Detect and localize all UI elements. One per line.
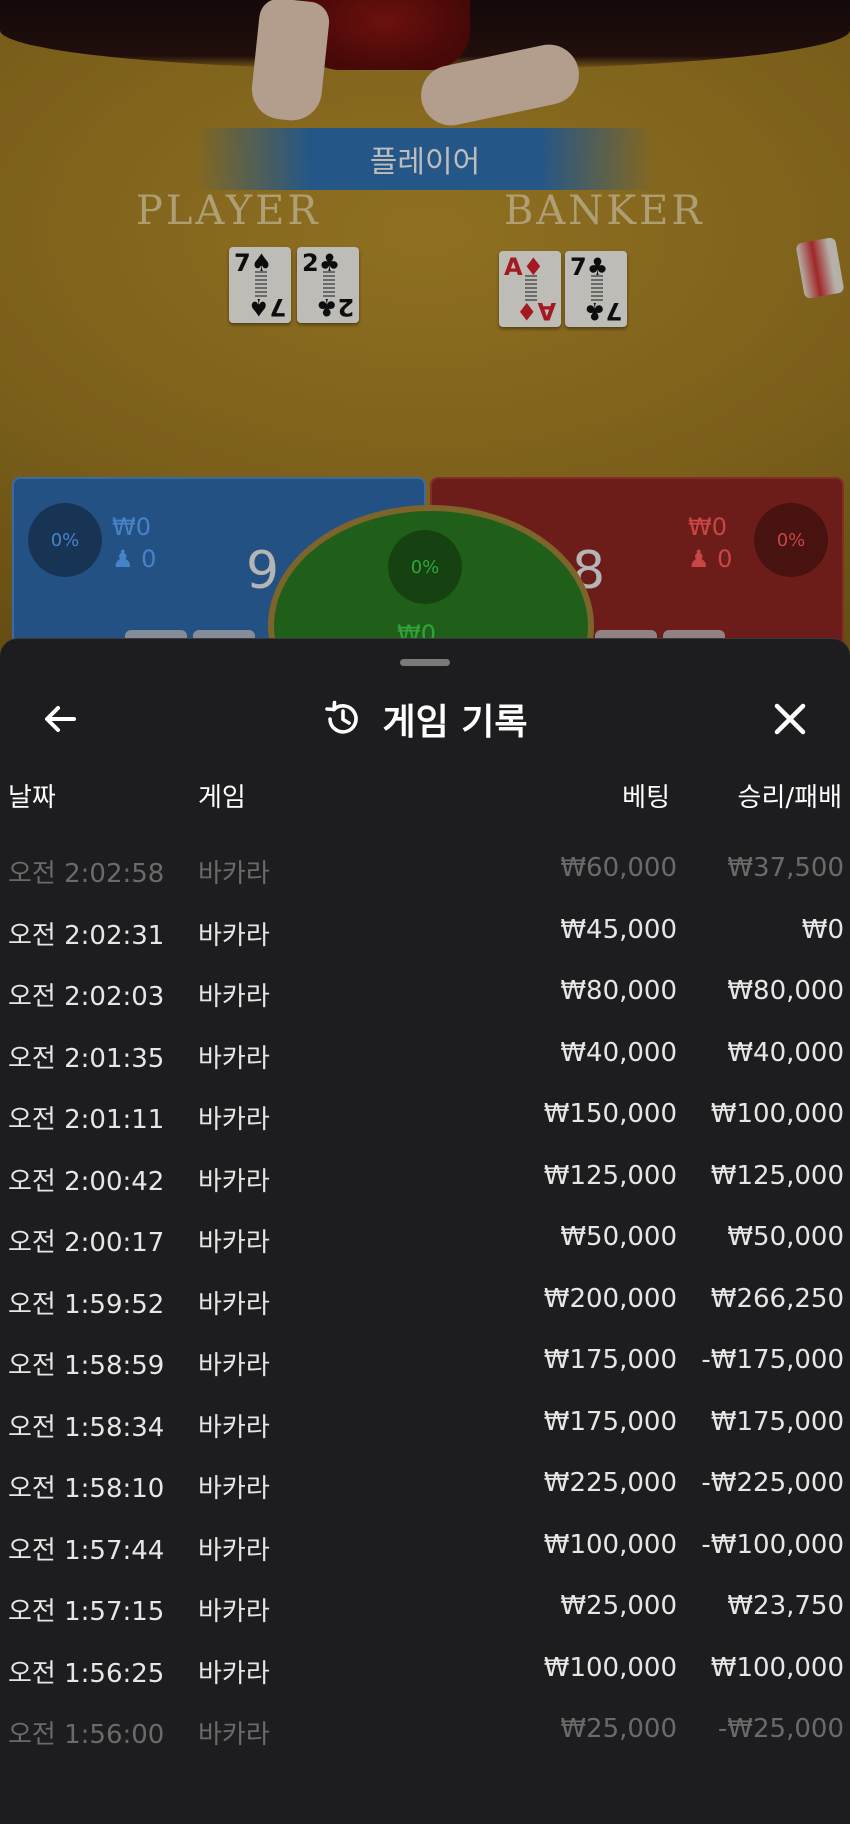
column-header-result: 승리/패배	[737, 783, 842, 813]
row-game: 바카라	[198, 1474, 270, 1504]
row-game: 바카라	[198, 1166, 270, 1197]
row-game: 바카라	[198, 1289, 270, 1320]
table-row[interactable]: 오전 2:00:17 바카라 ₩50,000 ₩50,000	[0, 1208, 850, 1270]
row-bet: ₩45,000	[560, 914, 677, 945]
row-bet: ₩125,000	[543, 1160, 677, 1191]
sheet-header: 게임 기록	[0, 689, 850, 749]
table-row[interactable]: 오전 1:59:52 바카라 ₩200,000 ₩266,250	[0, 1270, 850, 1332]
table-row[interactable]: 오전 2:02:58 바카라 ₩60,000 ₩37,500	[0, 839, 850, 901]
row-game: 바카라	[198, 1105, 270, 1135]
row-bet: ₩100,000	[543, 1529, 677, 1560]
table-row[interactable]: 오전 2:02:03 바카라 ₩80,000 ₩80,000	[0, 962, 850, 1024]
row-time: 오전 2:00:17	[8, 1228, 165, 1258]
table-row[interactable]: 오전 2:01:35 바카라 ₩40,000 ₩40,000	[0, 1024, 850, 1086]
row-time: 오전 2:01:11	[8, 1105, 165, 1135]
table-row[interactable]: 오전 2:01:11 바카라 ₩150,000 ₩100,000	[0, 1085, 850, 1147]
table-row[interactable]: 오전 1:58:10 바카라 ₩225,000 -₩225,000	[0, 1454, 850, 1516]
row-bet: ₩175,000	[543, 1406, 677, 1437]
history-list[interactable]: 오전 2:02:58 바카라 ₩60,000 ₩37,500 오전 2:02:31 바카…	[0, 839, 850, 1762]
row-bet: ₩225,000	[543, 1468, 677, 1498]
row-game: 바카라	[198, 1412, 270, 1443]
sheet-drag-handle[interactable]	[400, 659, 450, 666]
row-result: ₩266,250	[710, 1283, 844, 1314]
close-icon	[774, 703, 806, 735]
game-table: 플레이어 PLAYER BANKER 7♠ 7♠ 2♣ 2♣ A♦ A♦ 7♣ …	[0, 0, 850, 660]
row-bet: ₩40,000	[560, 1037, 677, 1068]
row-time: 오전 1:57:15	[8, 1597, 165, 1627]
table-row[interactable]: 오전 1:57:15 바카라 ₩25,000 ₩23,750	[0, 1577, 850, 1639]
row-bet: ₩175,000	[543, 1345, 677, 1375]
row-bet: ₩50,000	[560, 1222, 677, 1252]
arrow-left-icon	[45, 706, 76, 732]
row-result: ₩175,000	[710, 1406, 844, 1437]
row-bet: ₩60,000	[560, 853, 677, 883]
row-bet: ₩150,000	[543, 1099, 677, 1129]
row-result: -₩25,000	[717, 1714, 844, 1744]
row-result: ₩37,500	[727, 853, 844, 883]
row-result: -₩175,000	[701, 1345, 844, 1375]
dim-overlay[interactable]	[0, 0, 850, 660]
row-game: 바카라	[198, 1228, 270, 1258]
row-result: ₩23,750	[727, 1591, 844, 1621]
table-row[interactable]: 오전 2:02:31 바카라 ₩45,000 ₩0	[0, 901, 850, 963]
row-game: 바카라	[198, 1535, 270, 1566]
history-clock-icon	[325, 700, 359, 734]
row-time: 오전 2:00:42	[8, 1166, 165, 1197]
column-header-game: 게임	[198, 783, 246, 813]
sheet-title: 게임 기록	[382, 702, 528, 743]
row-result: -₩100,000	[701, 1529, 844, 1560]
row-result: -₩225,000	[701, 1468, 844, 1498]
row-time: 오전 1:58:34	[8, 1412, 165, 1443]
table-row[interactable]: 오전 1:57:44 바카라 ₩100,000 -₩100,000	[0, 1516, 850, 1578]
row-time: 오전 1:56:00	[8, 1720, 165, 1750]
column-header-bet: 베팅	[622, 783, 670, 813]
table-row[interactable]: 오전 1:58:34 바카라 ₩175,000 ₩175,000	[0, 1393, 850, 1455]
row-bet: ₩25,000	[560, 1591, 677, 1621]
row-bet: ₩25,000	[560, 1714, 677, 1744]
game-history-sheet: 게임 기록 날짜 게임 베팅 승리/패배 오전 2:02:58 바카라 ₩60,00…	[0, 638, 850, 1824]
row-game: 바카라	[198, 1597, 270, 1627]
row-result: ₩50,000	[727, 1222, 844, 1252]
row-time: 오전 2:02:58	[8, 859, 165, 889]
row-game: 바카라	[198, 1658, 270, 1689]
row-result: ₩40,000	[727, 1037, 844, 1068]
row-result: ₩100,000	[710, 1099, 844, 1129]
row-game: 바카라	[198, 1720, 270, 1750]
row-game: 바카라	[198, 859, 270, 889]
row-time: 오전 2:02:03	[8, 982, 165, 1012]
row-bet: ₩200,000	[543, 1283, 677, 1314]
table-row[interactable]: 오전 1:56:00 바카라 ₩25,000 -₩25,000	[0, 1700, 850, 1762]
row-game: 바카라	[198, 1351, 270, 1381]
column-header-date: 날짜	[8, 783, 56, 813]
row-result: ₩0	[801, 914, 844, 945]
row-game: 바카라	[198, 920, 270, 951]
row-result: ₩125,000	[710, 1160, 844, 1191]
row-game: 바카라	[198, 1043, 270, 1074]
column-headers: 날짜 게임 베팅 승리/패배	[0, 777, 850, 817]
row-time: 오전 1:57:44	[8, 1535, 165, 1566]
row-result: ₩80,000	[727, 976, 844, 1006]
row-game: 바카라	[198, 982, 270, 1012]
row-time: 오전 2:02:31	[8, 920, 165, 951]
row-result: ₩100,000	[710, 1652, 844, 1683]
row-time: 오전 1:58:10	[8, 1474, 165, 1504]
table-row[interactable]: 오전 2:00:42 바카라 ₩125,000 ₩125,000	[0, 1147, 850, 1209]
table-row[interactable]: 오전 1:58:59 바카라 ₩175,000 -₩175,000	[0, 1331, 850, 1393]
row-time: 오전 1:56:25	[8, 1658, 165, 1689]
row-time: 오전 1:59:52	[8, 1289, 165, 1320]
row-bet: ₩100,000	[543, 1652, 677, 1683]
row-time: 오전 1:58:59	[8, 1351, 165, 1381]
table-row[interactable]: 오전 1:56:25 바카라 ₩100,000 ₩100,000	[0, 1639, 850, 1701]
close-button[interactable]	[760, 689, 820, 749]
back-button[interactable]	[30, 689, 90, 749]
row-bet: ₩80,000	[560, 976, 677, 1006]
row-time: 오전 2:01:35	[8, 1043, 165, 1074]
